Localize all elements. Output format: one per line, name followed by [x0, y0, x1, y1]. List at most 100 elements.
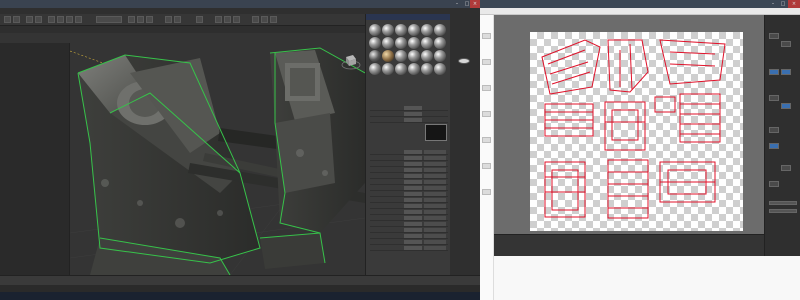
perspective-viewport[interactable]: [70, 33, 365, 275]
map-slot[interactable]: [424, 210, 446, 214]
material-slot[interactable]: [395, 50, 407, 62]
tool-button[interactable]: [482, 189, 491, 195]
param-field[interactable]: [404, 222, 422, 226]
align-icon[interactable]: [174, 16, 181, 23]
material-slot[interactable]: [369, 63, 381, 75]
panel-button[interactable]: [769, 143, 779, 149]
param-field[interactable]: [404, 180, 422, 184]
param-row[interactable]: [370, 180, 448, 185]
material-slot[interactable]: [434, 50, 446, 62]
param-row[interactable]: [370, 162, 448, 167]
tool-button[interactable]: [482, 111, 491, 117]
render-icon[interactable]: [270, 16, 277, 23]
map-slot[interactable]: [424, 162, 446, 166]
param-row[interactable]: [370, 216, 448, 221]
param-row[interactable]: [370, 106, 448, 111]
param-field[interactable]: [404, 216, 422, 220]
tool-button[interactable]: [482, 163, 491, 169]
panel-button[interactable]: [781, 165, 791, 171]
move-icon[interactable]: [57, 16, 64, 23]
param-row[interactable]: [370, 186, 448, 191]
layer-icon[interactable]: [196, 16, 203, 23]
param-field[interactable]: [404, 156, 422, 160]
curve-editor-icon[interactable]: [215, 16, 222, 23]
param-field[interactable]: [404, 234, 422, 238]
reference-dropdown[interactable]: [96, 16, 122, 23]
unlink-icon[interactable]: [35, 16, 42, 23]
panel-button[interactable]: [781, 41, 791, 47]
param-row[interactable]: [370, 174, 448, 179]
param-row[interactable]: [370, 222, 448, 227]
redo-icon[interactable]: [13, 16, 20, 23]
material-slot[interactable]: [421, 50, 433, 62]
percent-snap-icon[interactable]: [146, 16, 153, 23]
tool-button[interactable]: [482, 33, 491, 39]
mirror-icon[interactable]: [165, 16, 172, 23]
panel-button[interactable]: [769, 69, 779, 75]
undo-icon[interactable]: [4, 16, 11, 23]
panel-button[interactable]: [769, 33, 779, 39]
param-row[interactable]: [370, 240, 448, 245]
material-slot[interactable]: [408, 24, 420, 36]
panel-section[interactable]: [769, 201, 797, 205]
hat-icon[interactable]: [458, 58, 470, 64]
render-setup-icon[interactable]: [252, 16, 259, 23]
uv-canvas[interactable]: [494, 15, 764, 245]
material-slot[interactable]: [382, 24, 394, 36]
timeline[interactable]: [0, 276, 480, 285]
material-slot[interactable]: [421, 37, 433, 49]
param-row[interactable]: [370, 234, 448, 239]
param-row[interactable]: [370, 168, 448, 173]
schematic-icon[interactable]: [224, 16, 231, 23]
map-slot[interactable]: [424, 150, 446, 154]
minimize-icon[interactable]: –: [452, 0, 462, 8]
param-field[interactable]: [404, 118, 422, 122]
select-icon[interactable]: [48, 16, 55, 23]
material-slot[interactable]: [382, 50, 394, 62]
panel-button[interactable]: [781, 103, 791, 109]
material-slot[interactable]: [434, 24, 446, 36]
material-slot[interactable]: [434, 63, 446, 75]
param-row[interactable]: [370, 156, 448, 161]
material-slot[interactable]: [382, 37, 394, 49]
material-slot[interactable]: [369, 37, 381, 49]
param-field[interactable]: [404, 210, 422, 214]
material-slot[interactable]: [395, 63, 407, 75]
material-slot[interactable]: [408, 50, 420, 62]
param-row[interactable]: [370, 204, 448, 209]
param-field[interactable]: [404, 150, 422, 154]
tool-button[interactable]: [482, 137, 491, 143]
param-field[interactable]: [404, 106, 422, 110]
param-row[interactable]: [370, 118, 448, 123]
param-row[interactable]: [370, 228, 448, 233]
bitmap-preview[interactable]: [425, 124, 447, 141]
param-field[interactable]: [404, 204, 422, 208]
material-slot[interactable]: [369, 50, 381, 62]
map-slot[interactable]: [424, 222, 446, 226]
map-slot[interactable]: [424, 192, 446, 196]
material-slot[interactable]: [421, 24, 433, 36]
material-slot[interactable]: [421, 63, 433, 75]
snap-icon[interactable]: [128, 16, 135, 23]
scale-icon[interactable]: [75, 16, 82, 23]
tool-button[interactable]: [482, 59, 491, 65]
material-slot[interactable]: [395, 24, 407, 36]
material-editor-icon[interactable]: [233, 16, 240, 23]
map-slot[interactable]: [424, 168, 446, 172]
minimize-icon[interactable]: –: [768, 0, 778, 8]
panel-button[interactable]: [769, 127, 779, 133]
panel-button[interactable]: [769, 95, 779, 101]
param-field[interactable]: [404, 228, 422, 232]
close-icon[interactable]: ×: [470, 0, 480, 8]
close-icon[interactable]: ×: [788, 0, 800, 8]
param-row[interactable]: [370, 246, 448, 251]
param-row[interactable]: [370, 112, 448, 117]
map-slot[interactable]: [424, 234, 446, 238]
material-slot[interactable]: [434, 37, 446, 49]
maximize-icon[interactable]: □: [778, 0, 788, 8]
panel-section[interactable]: [769, 209, 797, 213]
param-row[interactable]: [370, 192, 448, 197]
material-slot[interactable]: [408, 37, 420, 49]
param-field[interactable]: [404, 246, 422, 250]
map-slot[interactable]: [424, 156, 446, 160]
